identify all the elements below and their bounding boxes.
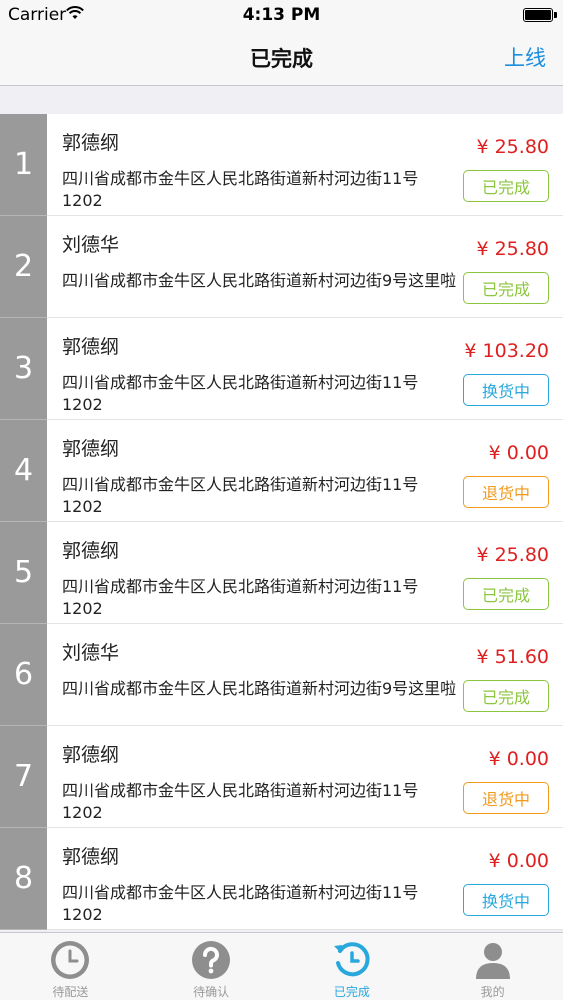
customer-name: 郭德纲	[62, 846, 120, 868]
customer-address: 四川省成都市金牛区人民北路街道新村河边街11号1202	[62, 169, 419, 210]
status-badge[interactable]: 换货中	[463, 374, 549, 406]
order-row[interactable]: 2 刘德华 四川省成都市金牛区人民北路街道新村河边街9号这里啦 ¥ 25.80 …	[0, 216, 563, 318]
order-index: 6	[0, 624, 47, 726]
order-row[interactable]: 4 郭德纲 四川省成都市金牛区人民北路街道新村河边街11号1202 ¥ 0.00…	[0, 420, 563, 522]
order-price: ¥ 25.80	[476, 544, 549, 566]
clock-icon	[51, 941, 90, 979]
customer-name: 郭德纲	[62, 540, 120, 562]
order-price: ¥ 0.00	[488, 748, 549, 770]
battery-icon	[523, 8, 557, 22]
order-index: 4	[0, 420, 47, 522]
order-row[interactable]: 7 郭德纲 四川省成都市金牛区人民北路街道新村河边街11号1202 ¥ 0.00…	[0, 726, 563, 828]
order-index: 8	[0, 828, 47, 930]
tab-label: 已完成	[333, 985, 370, 999]
order-price: ¥ 0.00	[488, 442, 549, 464]
tab-completed[interactable]: 已完成	[282, 933, 423, 1000]
customer-name: 郭德纲	[62, 336, 120, 358]
customer-address: 四川省成都市金牛区人民北路街道新村河边街11号1202	[62, 883, 419, 924]
navigation-bar: 已完成 上线	[0, 30, 563, 86]
question-icon	[192, 941, 231, 979]
tab-pending-delivery[interactable]: 待配送	[0, 933, 141, 1000]
status-bar: Carrier 4:13 PM	[0, 0, 563, 30]
page-title: 已完成	[250, 47, 313, 71]
status-badge[interactable]: 已完成	[463, 578, 549, 610]
order-list[interactable]: 1 郭德纲 四川省成都市金牛区人民北路街道新村河边街11号1202 ¥ 25.8…	[0, 114, 563, 932]
order-row[interactable]: 8 郭德纲 四川省成都市金牛区人民北路街道新村河边街11号1202 ¥ 0.00…	[0, 828, 563, 930]
order-price: ¥ 103.20	[464, 340, 549, 362]
status-time: 4:13 PM	[242, 5, 321, 25]
order-index: 5	[0, 522, 47, 624]
tab-label: 待配送	[52, 985, 89, 999]
customer-address: 四川省成都市金牛区人民北路街道新村河边街11号1202	[62, 577, 419, 618]
order-price: ¥ 51.60	[476, 646, 549, 668]
order-price: ¥ 25.80	[476, 238, 549, 260]
tab-pending-confirm[interactable]: 待确认	[141, 933, 282, 1000]
go-online-button[interactable]: 上线	[504, 42, 546, 72]
tab-mine[interactable]: 我的	[422, 933, 563, 1000]
customer-name: 郭德纲	[62, 132, 120, 154]
order-index: 7	[0, 726, 47, 828]
order-row[interactable]: 5 郭德纲 四川省成都市金牛区人民北路街道新村河边街11号1202 ¥ 25.8…	[0, 522, 563, 624]
order-row[interactable]: 6 刘德华 四川省成都市金牛区人民北路街道新村河边街9号这里啦 ¥ 51.60 …	[0, 624, 563, 726]
history-icon	[333, 942, 370, 977]
order-index: 1	[0, 114, 47, 216]
customer-address: 四川省成都市金牛区人民北路街道新村河边街11号1202	[62, 781, 419, 822]
tab-label: 我的	[480, 985, 505, 999]
customer-address: 四川省成都市金牛区人民北路街道新村河边街9号这里啦	[62, 679, 457, 698]
user-icon	[475, 943, 510, 979]
order-row[interactable]: 3 郭德纲 四川省成都市金牛区人民北路街道新村河边街11号1202 ¥ 103.…	[0, 318, 563, 420]
order-index: 3	[0, 318, 47, 420]
customer-name: 刘德华	[62, 234, 120, 256]
customer-address: 四川省成都市金牛区人民北路街道新村河边街9号这里啦	[62, 271, 457, 290]
tab-label: 待确认	[193, 985, 230, 999]
status-badge[interactable]: 已完成	[463, 680, 549, 712]
tab-bar: 待配送 待确认 已完成 我的	[0, 932, 563, 1000]
order-price: ¥ 25.80	[476, 136, 549, 158]
customer-address: 四川省成都市金牛区人民北路街道新村河边街11号1202	[62, 475, 419, 516]
customer-address: 四川省成都市金牛区人民北路街道新村河边街11号1202	[62, 373, 419, 414]
customer-name: 郭德纲	[62, 438, 120, 460]
status-badge[interactable]: 退货中	[463, 476, 549, 508]
customer-name: 刘德华	[62, 642, 120, 664]
status-badge[interactable]: 已完成	[463, 272, 549, 304]
status-badge[interactable]: 换货中	[463, 884, 549, 916]
order-index: 2	[0, 216, 47, 318]
customer-name: 郭德纲	[62, 744, 120, 766]
order-row[interactable]: 1 郭德纲 四川省成都市金牛区人民北路街道新村河边街11号1202 ¥ 25.8…	[0, 114, 563, 216]
status-badge[interactable]: 退货中	[463, 782, 549, 814]
status-badge[interactable]: 已完成	[463, 170, 549, 202]
order-price: ¥ 0.00	[488, 850, 549, 872]
